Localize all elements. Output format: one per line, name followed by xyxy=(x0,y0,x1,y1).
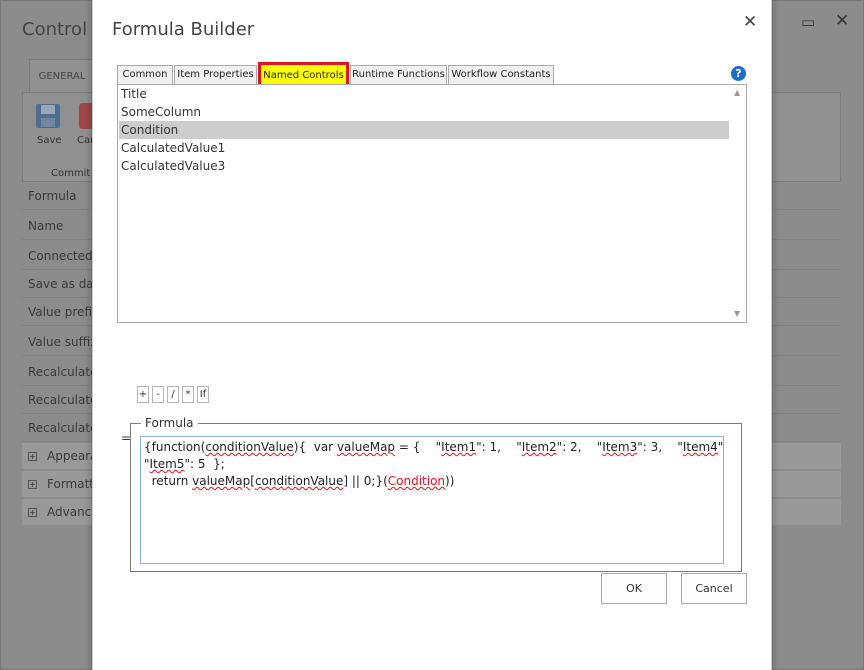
formula-line: "Item5": 5 }; xyxy=(144,457,225,471)
scroll-down-icon[interactable]: ▼ xyxy=(734,309,740,318)
cancel-button[interactable]: Cancel xyxy=(681,573,747,604)
ok-button[interactable]: OK xyxy=(601,573,667,604)
save-label: Save xyxy=(37,135,62,146)
list-item-selected[interactable]: Condition xyxy=(119,121,729,139)
tab-item-properties[interactable]: Item Properties xyxy=(174,65,257,85)
formula-line: return valueMap[conditionValue] || 0;}(C… xyxy=(144,474,455,488)
control-reference: Condition xyxy=(387,474,446,488)
save-icon xyxy=(36,104,60,128)
list-item[interactable]: CalculatedValue1 xyxy=(119,139,729,157)
section-label: Formatt xyxy=(47,477,94,491)
tab-common[interactable]: Common xyxy=(117,65,173,85)
divide-operator-button[interactable]: / xyxy=(167,386,179,403)
section-label: Appeara xyxy=(47,449,98,463)
minus-operator-button[interactable]: - xyxy=(152,386,164,403)
expand-icon: + xyxy=(28,480,37,489)
expand-icon: + xyxy=(28,452,37,461)
background-close-icon: ✕ xyxy=(835,11,850,31)
multiply-operator-button[interactable]: * xyxy=(182,386,194,403)
list-scrollbar[interactable]: ▲ ▼ xyxy=(730,85,746,322)
formula-builder-dialog: Formula Builder ✕ Common Item Properties… xyxy=(92,0,772,670)
tab-workflow-constants[interactable]: Workflow Constants xyxy=(448,65,554,85)
maximize-icon: ▭ xyxy=(801,13,816,31)
scroll-up-icon[interactable]: ▲ xyxy=(734,88,740,97)
dialog-title: Formula Builder xyxy=(112,19,255,40)
formula-group: Formula {function(conditionValue){ var v… xyxy=(130,416,742,572)
formula-label: Formula xyxy=(141,416,198,430)
list-item[interactable]: CalculatedValue3 xyxy=(119,157,729,175)
close-icon[interactable]: ✕ xyxy=(743,12,757,32)
formula-line: {function(conditionValue){ var valueMap … xyxy=(144,440,724,454)
ribbon-tab-general: GENERAL xyxy=(29,59,95,93)
help-icon[interactable]: ? xyxy=(731,66,746,81)
formula-textarea[interactable]: {function(conditionValue){ var valueMap … xyxy=(140,436,724,564)
expand-icon: + xyxy=(28,508,37,517)
section-label: Advanc xyxy=(47,505,92,519)
plus-operator-button[interactable]: + xyxy=(137,386,149,403)
tab-runtime-functions[interactable]: Runtime Functions xyxy=(350,65,447,85)
if-operator-button[interactable]: If xyxy=(197,386,209,403)
named-controls-list[interactable]: Title SomeColumn Condition CalculatedVal… xyxy=(117,84,747,323)
list-item[interactable]: Title xyxy=(119,85,729,103)
commit-group-label: Commit xyxy=(51,168,91,179)
list-item[interactable]: SomeColumn xyxy=(119,103,729,121)
